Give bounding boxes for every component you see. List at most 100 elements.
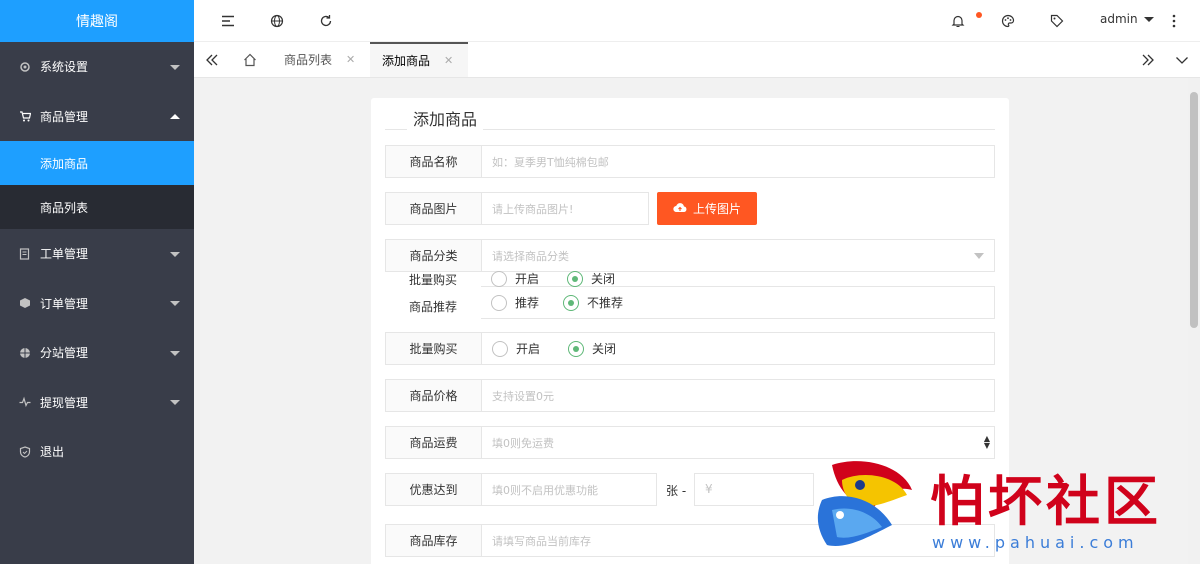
radio-bulk-overlay-off[interactable]: 关闭	[567, 270, 615, 287]
pulse-icon	[18, 395, 32, 409]
sidebar-item-label: 商品管理	[40, 109, 89, 124]
field-label: 批量购买	[386, 333, 482, 364]
product-image-input[interactable]: 请上传商品图片!	[482, 193, 648, 224]
field-label: 商品图片	[386, 193, 482, 224]
shipping-input[interactable]: 填0则免运费	[482, 427, 982, 458]
ticket-icon	[18, 247, 32, 261]
sidebar-subitem-product-list[interactable]: 商品列表	[0, 185, 194, 229]
cart-icon	[18, 109, 32, 123]
discount-amount-input[interactable]: ¥	[694, 473, 814, 506]
chevron-down-icon	[170, 400, 180, 406]
overlay-bulk-radios: 开启 关闭	[491, 270, 643, 287]
field-product-image: 商品图片 请上传商品图片!	[385, 192, 649, 225]
tab-bar: 商品列表 ✕ 添加商品 ✕	[194, 42, 1200, 78]
recommend-radios: 推荐 不推荐	[491, 294, 651, 311]
bulk-radios: 开启 关闭	[482, 333, 644, 364]
notification-dot	[976, 12, 982, 18]
discount-threshold-input[interactable]: 填0则不启用优惠功能	[482, 474, 656, 505]
overlay-labels: 批量购买 商品推荐	[385, 269, 481, 317]
discount-unit: 张 -	[666, 484, 687, 498]
category-select[interactable]: 请选择商品分类	[482, 240, 994, 271]
radio-label: 开启	[515, 272, 540, 286]
radio-recommend-off[interactable]: 不推荐	[563, 294, 623, 311]
field-label: 优惠达到	[386, 474, 482, 505]
sidebar-subitem-add-product[interactable]: 添加商品	[0, 141, 194, 185]
radio-label: 关闭	[591, 272, 616, 286]
tab-add-product[interactable]: 添加商品 ✕	[370, 42, 468, 77]
home-icon[interactable]	[242, 52, 258, 68]
field-label: 商品运费	[386, 427, 482, 458]
radio-bulk-on[interactable]: 开启	[492, 340, 540, 357]
chevron-down-icon[interactable]	[1174, 52, 1190, 68]
globe-icon	[18, 346, 32, 360]
tab-label: 商品列表	[284, 53, 333, 67]
radio-label: 开启	[516, 342, 541, 356]
palette-icon[interactable]	[1000, 13, 1016, 29]
radio-label: 不推荐	[587, 296, 624, 310]
watermark-text: 怕坏社区	[930, 469, 1162, 533]
field-category: 商品分类 请选择商品分类	[385, 239, 995, 272]
globe-icon[interactable]	[269, 13, 285, 29]
sidebar-item-substation-management[interactable]: 分站管理	[0, 328, 194, 378]
user-menu[interactable]: admin	[1100, 12, 1154, 26]
watermark-url: www.pahuai.com	[932, 533, 1139, 552]
spinner-icon[interactable]: ▲ ▼	[984, 435, 990, 450]
double-chevron-right-icon[interactable]	[1140, 52, 1156, 68]
chevron-up-icon	[170, 114, 180, 120]
sidebar-item-ticket-management[interactable]: 工单管理	[0, 229, 194, 279]
field-price: 商品价格 支持设置0元	[385, 379, 995, 412]
tab-product-list[interactable]: 商品列表 ✕	[284, 42, 355, 77]
sidebar-item-label: 提现管理	[40, 395, 89, 410]
radio-bulk-overlay-on[interactable]: 开启	[491, 270, 539, 287]
field-label: 商品推荐	[408, 300, 457, 314]
sidebar: 情趣阁 系统设置 商品管理 添加商品 商品列表 工单管理 订单管理 分站管理 提…	[0, 0, 194, 564]
field-label: 商品分类	[386, 240, 482, 271]
product-name-input[interactable]: 如：夏季男T恤纯棉包邮	[482, 146, 994, 177]
username: admin	[1100, 12, 1138, 26]
caret-down-icon	[1143, 16, 1154, 22]
field-label: 商品价格	[386, 380, 482, 411]
sidebar-item-label: 订单管理	[40, 296, 89, 311]
sidebar-item-system-settings[interactable]: 系统设置	[0, 42, 194, 92]
sidebar-item-product-management[interactable]: 商品管理	[0, 92, 194, 142]
field-bulk-purchase: 批量购买 开启 关闭	[385, 332, 995, 365]
sidebar-item-label: 分站管理	[40, 346, 89, 361]
sidebar-item-order-management[interactable]: 订单管理	[0, 279, 194, 329]
upload-button-label: 上传图片	[692, 202, 741, 216]
double-chevron-left-icon[interactable]	[204, 52, 220, 68]
currency-symbol: ¥	[705, 482, 713, 496]
sidebar-item-withdraw-management[interactable]: 提现管理	[0, 378, 194, 428]
sidebar-item-logout[interactable]: 退出	[0, 427, 194, 477]
chevron-down-icon	[170, 251, 180, 257]
bell-icon[interactable]	[950, 13, 966, 29]
scrollbar-thumb[interactable]	[1190, 92, 1198, 328]
field-discount: 优惠达到 填0则不启用优惠功能	[385, 473, 657, 506]
gear-icon	[18, 60, 32, 74]
field-label: 批量购买	[408, 273, 457, 287]
tab-label: 添加商品	[382, 54, 431, 68]
radio-recommend-on[interactable]: 推荐	[491, 294, 539, 311]
sidebar-item-label: 退出	[40, 445, 65, 460]
close-icon[interactable]: ✕	[444, 54, 453, 67]
tag-icon[interactable]	[1049, 13, 1065, 29]
sidebar-item-label: 系统设置	[40, 60, 89, 75]
close-icon[interactable]: ✕	[346, 53, 355, 66]
app-logo[interactable]: 情趣阁	[0, 0, 194, 42]
upload-image-button[interactable]: 上传图片	[657, 192, 757, 225]
radio-bulk-off[interactable]: 关闭	[568, 340, 616, 357]
chevron-down-icon	[170, 350, 180, 356]
field-label: 商品名称	[386, 146, 482, 177]
price-input[interactable]: 支持设置0元	[482, 380, 994, 411]
refresh-icon[interactable]	[318, 13, 334, 29]
menu-toggle-icon[interactable]	[220, 13, 236, 29]
form-title: 添加商品	[407, 106, 484, 130]
watermark: 怕坏社区 www.pahuai.com	[812, 455, 1192, 555]
cube-icon	[18, 296, 32, 310]
form-legend: 添加商品	[385, 106, 995, 130]
cloud-upload-icon	[673, 202, 687, 216]
radio-label: 推荐	[515, 296, 540, 310]
more-vertical-icon[interactable]	[1166, 13, 1182, 29]
radio-label: 关闭	[592, 342, 617, 356]
sidebar-item-label: 工单管理	[40, 247, 89, 262]
field-label: 商品库存	[386, 525, 482, 556]
